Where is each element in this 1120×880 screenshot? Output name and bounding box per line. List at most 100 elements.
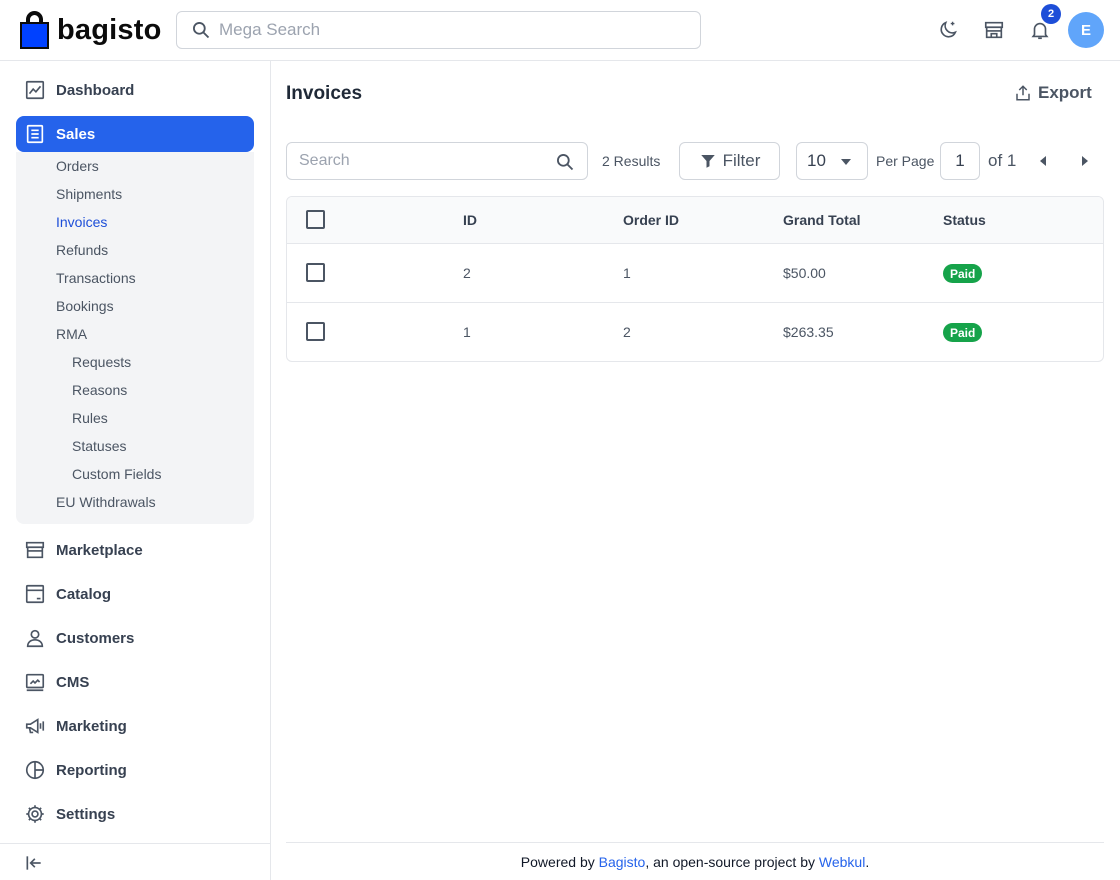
- per-page-label: Per Page: [876, 153, 935, 169]
- sidebar-item-sales[interactable]: Sales: [16, 116, 254, 152]
- top-header: bagisto 2 E: [0, 0, 1120, 61]
- order-id: 1: [623, 265, 631, 281]
- export-button[interactable]: Export: [1014, 83, 1092, 103]
- submenu-item-refunds[interactable]: Refunds: [56, 242, 108, 258]
- sales-submenu: Orders Shipments Invoices Refunds Transa…: [16, 152, 254, 524]
- pie-chart-icon: [25, 760, 45, 780]
- sidebar-item-catalog[interactable]: Catalog: [16, 576, 254, 612]
- footer-prefix: Powered by: [520, 853, 599, 870]
- submenu-item-requests[interactable]: Requests: [72, 354, 131, 370]
- submenu-item-reasons[interactable]: Reasons: [72, 382, 127, 398]
- collapse-sidebar-button[interactable]: [0, 843, 270, 880]
- sidebar-item-marketplace[interactable]: Marketplace: [16, 532, 254, 568]
- column-header-order-id[interactable]: Order ID: [623, 212, 679, 228]
- visit-shop-button[interactable]: [981, 17, 1007, 43]
- sidebar-item-marketing[interactable]: Marketing: [16, 708, 254, 744]
- invoice-id: 2: [463, 265, 471, 281]
- search-icon: [193, 22, 210, 39]
- mega-search-input[interactable]: [219, 20, 689, 40]
- sidebar-item-customers[interactable]: Customers: [16, 620, 254, 656]
- store-icon: [984, 21, 1004, 39]
- mega-search-box[interactable]: [176, 11, 701, 49]
- table-header: ID Order ID Grand Total Status: [287, 197, 1103, 244]
- footer-suffix: .: [865, 853, 870, 870]
- datagrid-search-box[interactable]: [286, 142, 588, 180]
- sidebar-item-label: Reporting: [56, 761, 127, 779]
- page-title: Invoices: [286, 83, 363, 104]
- row-checkbox[interactable]: [306, 263, 325, 282]
- sidebar-item-cms[interactable]: CMS: [16, 664, 254, 700]
- caret-down-icon: [841, 159, 851, 165]
- submenu-item-orders[interactable]: Orders: [56, 158, 99, 174]
- sidebar: Dashboard Sales Orders Shipments Invoice…: [0, 61, 271, 880]
- total-pages-label: of 1: [988, 151, 1017, 170]
- select-all-checkbox[interactable]: [306, 210, 325, 229]
- sidebar-item-label: Marketing: [56, 717, 127, 735]
- submenu-item-eu-withdrawals[interactable]: EU Withdrawals: [56, 494, 156, 510]
- invoices-table: ID Order ID Grand Total Status 2 1 $50.0…: [286, 196, 1104, 362]
- collapse-left-icon: [26, 856, 41, 870]
- column-header-id[interactable]: ID: [463, 212, 477, 228]
- search-icon[interactable]: [555, 152, 575, 172]
- dashboard-icon: [25, 80, 45, 100]
- sales-icon: [26, 124, 44, 144]
- filter-icon: [700, 155, 715, 168]
- catalog-icon: [25, 584, 45, 604]
- results-count: 2 Results: [602, 153, 661, 169]
- sidebar-item-label: Catalog: [56, 585, 112, 603]
- invoice-id: 1: [463, 324, 471, 340]
- grand-total: $263.35: [783, 324, 834, 340]
- sidebar-item-label: Customers: [56, 629, 135, 647]
- sidebar-item-label: Sales: [56, 125, 96, 143]
- per-page-select[interactable]: 10: [796, 142, 868, 180]
- submenu-item-bookings[interactable]: Bookings: [56, 298, 114, 314]
- grand-total: $50.00: [783, 265, 826, 281]
- store-icon: [25, 541, 45, 559]
- submenu-item-rma[interactable]: RMA: [56, 326, 87, 342]
- datagrid-search-input[interactable]: [299, 152, 549, 170]
- submenu-item-rules[interactable]: Rules: [72, 410, 108, 426]
- sidebar-item-label: Settings: [56, 805, 116, 823]
- status-badge: Paid: [943, 323, 983, 342]
- submenu-item-transactions[interactable]: Transactions: [56, 270, 136, 286]
- sidebar-item-reporting[interactable]: Reporting: [16, 752, 254, 788]
- submenu-item-shipments[interactable]: Shipments: [56, 186, 122, 202]
- cms-icon: [25, 673, 45, 692]
- table-row[interactable]: 2 1 $50.00 Paid: [287, 244, 1103, 303]
- sidebar-item-label: Dashboard: [56, 81, 135, 99]
- submenu-item-custom-fields[interactable]: Custom Fields: [72, 466, 161, 482]
- previous-page-icon[interactable]: [1040, 156, 1046, 166]
- bagisto-link[interactable]: Bagisto: [599, 854, 646, 870]
- sidebar-item-dashboard[interactable]: Dashboard: [16, 72, 254, 108]
- next-page-icon[interactable]: [1082, 156, 1088, 166]
- notification-count-badge: 2: [1041, 4, 1061, 24]
- order-id: 2: [623, 324, 631, 340]
- column-header-status[interactable]: Status: [943, 212, 986, 228]
- filter-button[interactable]: Filter: [679, 142, 780, 180]
- sidebar-item-label: CMS: [56, 673, 90, 691]
- row-checkbox[interactable]: [306, 322, 325, 341]
- gear-icon: [26, 805, 44, 823]
- current-page-input[interactable]: 1: [940, 142, 980, 180]
- dark-mode-toggle[interactable]: [935, 17, 961, 43]
- sidebar-item-settings[interactable]: Settings: [16, 796, 254, 832]
- footer-middle: , an open-source project by: [645, 853, 819, 870]
- upload-icon: [1016, 85, 1030, 101]
- user-avatar[interactable]: E: [1068, 12, 1104, 48]
- submenu-item-invoices[interactable]: Invoices: [56, 214, 107, 230]
- bagisto-logo[interactable]: bagisto: [20, 10, 162, 50]
- sidebar-item-label: Marketplace: [56, 541, 143, 559]
- shopping-bag-logo-icon: [20, 11, 49, 49]
- table-row[interactable]: 1 2 $263.35 Paid: [287, 303, 1103, 361]
- brand-name: bagisto: [57, 13, 162, 46]
- page-footer: Powered by Bagisto, an open-source proje…: [286, 842, 1104, 880]
- per-page-value: 10: [807, 151, 826, 170]
- column-header-grand-total[interactable]: Grand Total: [783, 212, 861, 228]
- moon-icon: [940, 21, 957, 38]
- submenu-item-statuses[interactable]: Statuses: [72, 438, 126, 454]
- webkul-link[interactable]: Webkul: [819, 854, 865, 870]
- megaphone-icon: [25, 718, 45, 734]
- status-badge: Paid: [943, 264, 983, 283]
- customers-icon: [26, 629, 44, 648]
- export-label: Export: [1038, 83, 1092, 102]
